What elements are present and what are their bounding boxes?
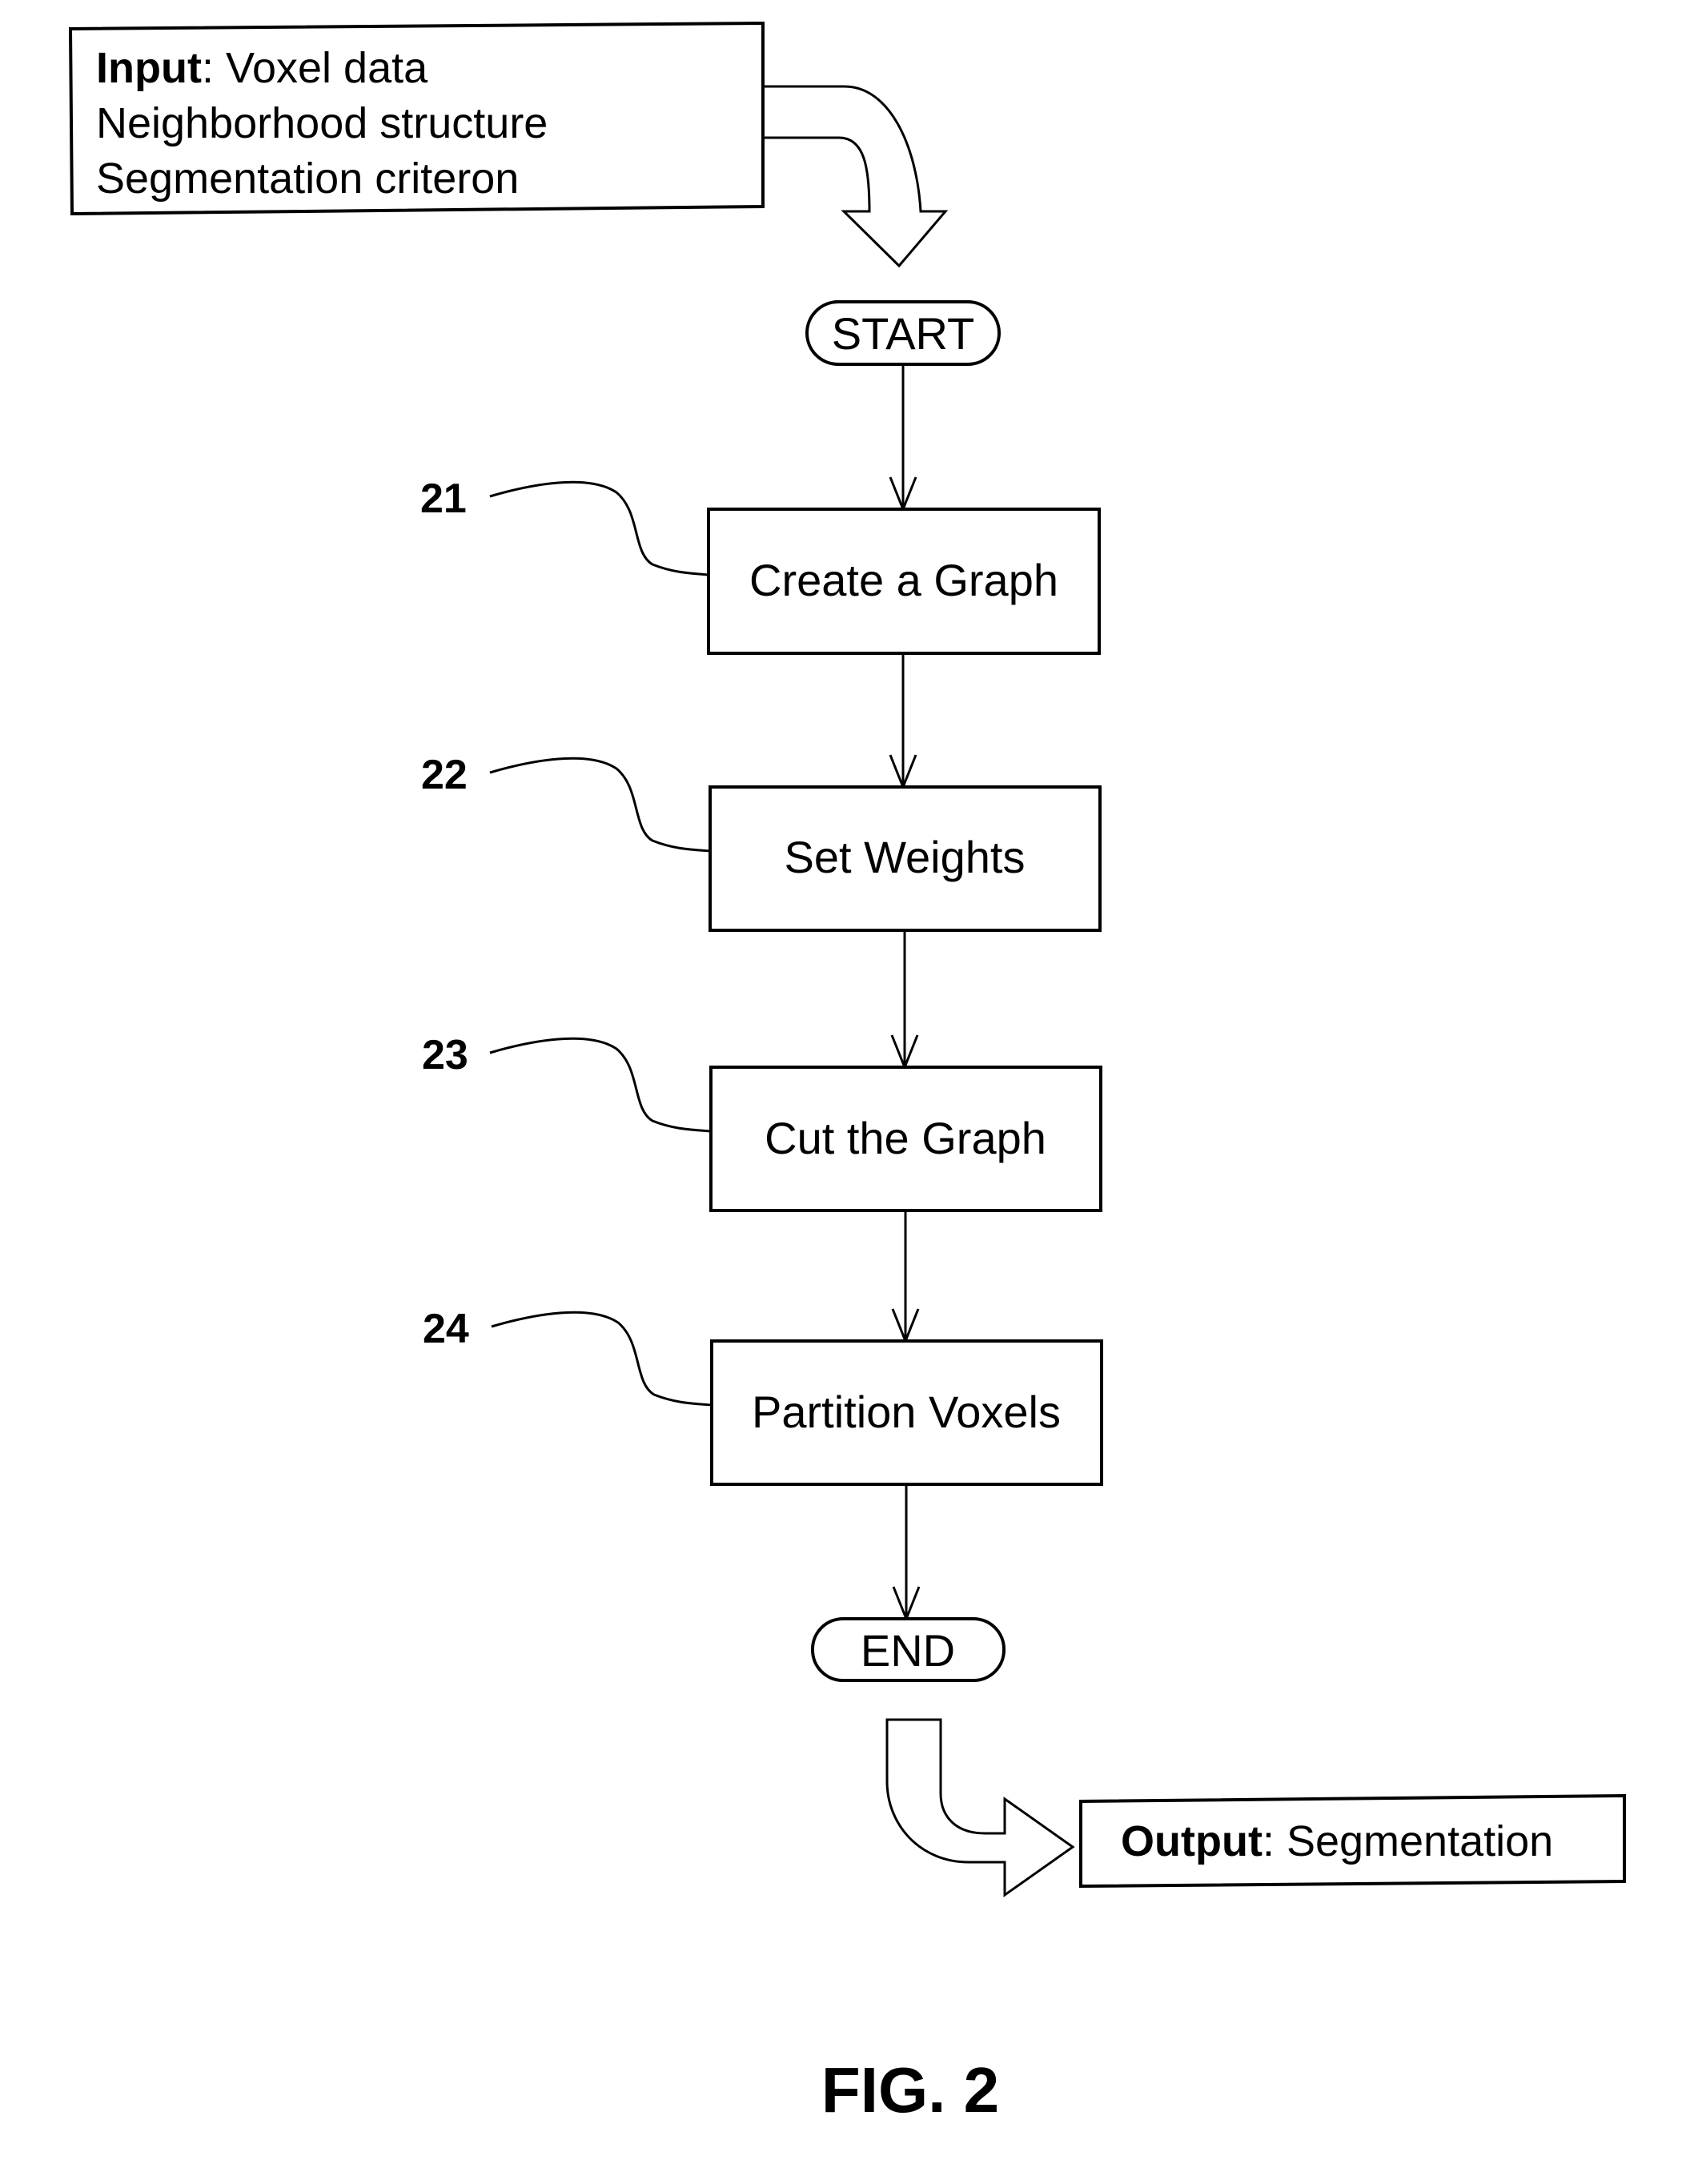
output-box: Output: Segmentation xyxy=(1079,1793,1626,1889)
ref-number-23: 23 xyxy=(422,1032,468,1078)
input-line-1: Input: Voxel data xyxy=(96,44,428,92)
output-bold-label: Output xyxy=(1121,1817,1263,1865)
step-label-2: Set Weights xyxy=(785,832,1026,882)
step-set-weights: 22 Set Weights xyxy=(421,752,1102,932)
input-line-1-text: : Voxel data xyxy=(202,44,428,92)
start-terminal: START xyxy=(805,300,1001,366)
ref-leader-line-22 xyxy=(489,757,711,853)
input-line-2: Neighborhood structure xyxy=(96,99,548,147)
input-flow-arrow-icon xyxy=(765,85,949,268)
ref-leader-line-23 xyxy=(489,1037,712,1133)
end-terminal: END xyxy=(811,1617,1006,1682)
ref-number-21: 21 xyxy=(420,476,467,522)
end-label: END xyxy=(861,1625,955,1676)
step-cut-graph: 23 Cut the Graph xyxy=(422,1032,1102,1212)
step-label-1: Create a Graph xyxy=(749,555,1058,605)
ref-number-24: 24 xyxy=(423,1306,469,1352)
output-flow-arrow-icon xyxy=(885,1718,1075,1897)
output-label: Output: Segmentation xyxy=(1121,1817,1553,1865)
figure-caption: FIG. 2 xyxy=(821,2054,999,2126)
input-bold-label: Input xyxy=(96,44,202,92)
ref-leader-line-21 xyxy=(489,480,709,576)
output-label-text: : Segmentation xyxy=(1263,1817,1553,1865)
step-label-4: Partition Voxels xyxy=(752,1387,1061,1437)
step-create-graph: 21 Create a Graph xyxy=(420,476,1101,655)
step-partition-voxels: 24 Partition Voxels xyxy=(423,1306,1103,1486)
ref-number-22: 22 xyxy=(421,752,468,798)
flowchart: Input: Voxel data Neighborhood structure… xyxy=(68,21,1626,2126)
ref-leader-line-24 xyxy=(491,1311,713,1407)
start-label: START xyxy=(832,308,974,359)
input-line-3: Segmentation criteron xyxy=(96,155,519,203)
step-label-3: Cut the Graph xyxy=(765,1113,1046,1163)
input-box: Input: Voxel data Neighborhood structure… xyxy=(68,21,765,216)
